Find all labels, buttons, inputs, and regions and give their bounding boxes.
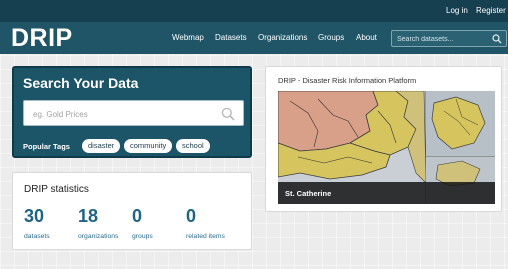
nav-groups[interactable]: Groups	[318, 33, 344, 42]
login-link[interactable]: Log in	[446, 6, 468, 15]
search-icon[interactable]	[221, 107, 235, 121]
search-panel: Search Your Data Popular Tags disaster c…	[12, 66, 252, 158]
statistics-panel: DRIP statistics 30 datasets 18 organizat…	[12, 172, 252, 250]
site-header: DRIP Webmap Datasets Organizations Group…	[0, 22, 508, 54]
data-search	[23, 100, 244, 126]
nav-organizations[interactable]: Organizations	[258, 33, 307, 42]
stat-groups-value[interactable]: 0	[132, 206, 142, 227]
nav-datasets[interactable]: Datasets	[215, 33, 247, 42]
popular-tags-label: Popular Tags	[23, 142, 70, 151]
stat-related-value[interactable]: 0	[186, 206, 196, 227]
data-search-input[interactable]	[33, 108, 213, 120]
map-caption-text: St. Catherine	[285, 189, 332, 198]
stat-datasets-label[interactable]: datasets	[24, 233, 50, 240]
tag-community[interactable]: community	[124, 139, 173, 153]
search-icon[interactable]	[492, 34, 502, 44]
header-search	[391, 30, 507, 47]
map-caption: St. Catherine	[278, 182, 495, 204]
nav-webmap[interactable]: Webmap	[172, 33, 204, 42]
nav-about[interactable]: About	[356, 33, 377, 42]
tag-disaster[interactable]: disaster	[82, 139, 121, 153]
stat-related-label[interactable]: related items	[186, 233, 225, 240]
top-bar: Log in Register	[0, 0, 508, 22]
statistics-title: DRIP statistics	[24, 184, 89, 195]
stat-organizations-value[interactable]: 18	[78, 206, 98, 227]
platform-panel: DRIP - Disaster Risk Information Platfor…	[265, 66, 502, 212]
tag-school[interactable]: school	[176, 139, 210, 153]
stat-organizations-label[interactable]: organizations	[78, 233, 118, 240]
platform-title: DRIP - Disaster Risk Information Platfor…	[278, 76, 417, 85]
search-panel-title: Search Your Data	[23, 75, 139, 91]
header-search-input[interactable]	[397, 34, 489, 44]
stat-groups-label[interactable]: groups	[132, 233, 153, 240]
register-link[interactable]: Register	[476, 6, 506, 15]
stat-datasets-value[interactable]: 30	[24, 206, 44, 227]
site-logo[interactable]: DRIP	[11, 24, 73, 53]
risk-map[interactable]: St. Catherine	[278, 91, 495, 204]
